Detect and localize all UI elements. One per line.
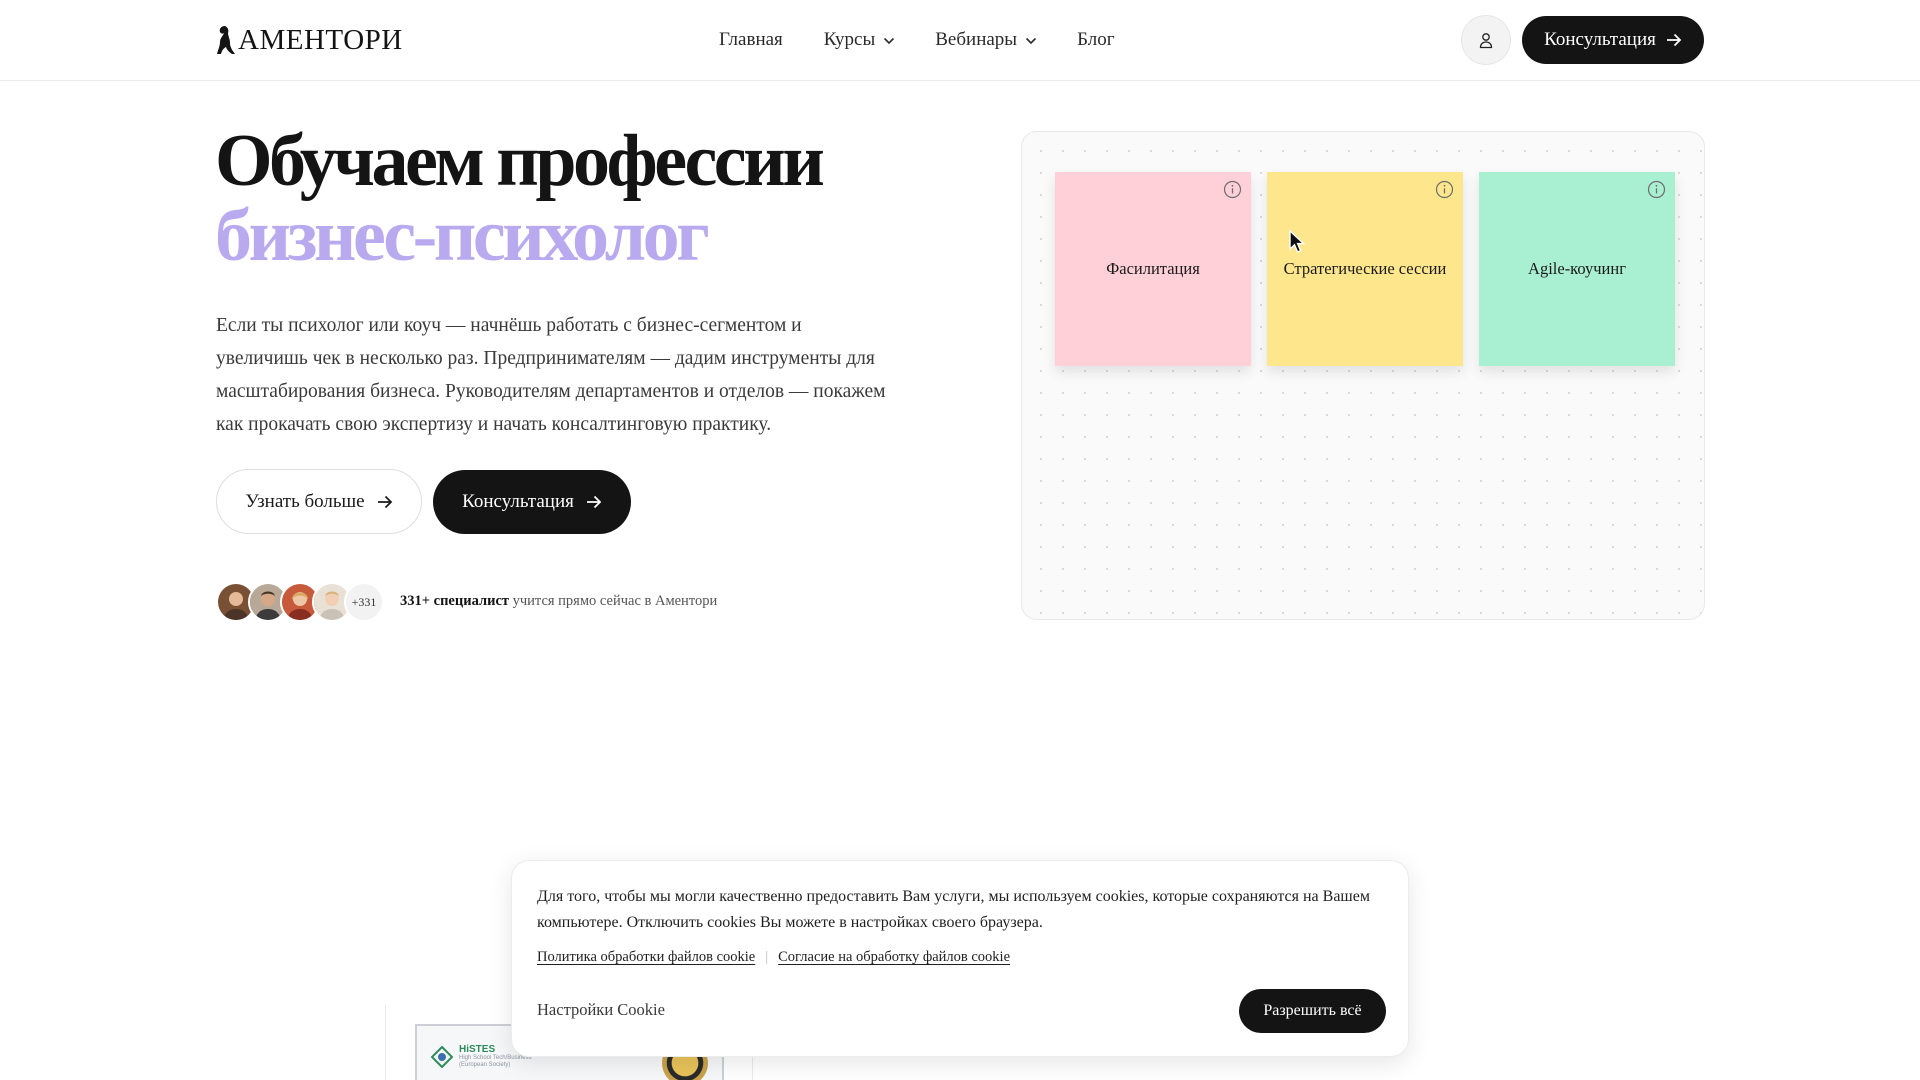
nav-item-label: Курсы: [823, 29, 876, 50]
social-proof-text: учится прямо сейчас в Аментори: [509, 593, 718, 609]
hero-consultation-button[interactable]: Консультация: [433, 470, 631, 534]
nav-item-label: Главная: [719, 29, 783, 50]
chevron-down-icon: [1025, 37, 1037, 45]
cookie-links: Политика обработки файлов cookie | Согла…: [537, 949, 1010, 966]
allow-all-button[interactable]: Разрешить всё: [1239, 989, 1386, 1033]
sticky-board: Фасилитация Стратегические сессии Agile-…: [1021, 131, 1705, 620]
avatar-count-badge: +331: [344, 582, 384, 622]
social-proof: 331+ специалист учится прямо сейчас в Ам…: [400, 591, 717, 611]
nav-item-home[interactable]: Главная: [719, 26, 783, 54]
site-header: АМЕНТОРИ Главная Курсы Вебинары Блог Кон…: [0, 0, 1920, 81]
certificate-emblem-icon: [431, 1045, 453, 1068]
hero-title: Обучаем профессии: [215, 120, 825, 202]
card-facilitation[interactable]: Фасилитация: [1055, 172, 1251, 366]
social-proof-count: 331+ специалист: [400, 593, 509, 609]
link-separator: |: [765, 949, 769, 965]
nav-item-webinars[interactable]: Вебинары: [935, 26, 1037, 54]
cookie-consent-link[interactable]: Согласие на обработку файлов cookie: [778, 949, 1010, 966]
hero-lead: Если ты психолог или коуч — начнёшь рабо…: [216, 315, 886, 435]
hero-title-accent: бизнес-психолог: [215, 195, 710, 277]
mouse-pointer-icon: [1289, 229, 1306, 253]
arrow-right-icon: [1666, 33, 1682, 47]
cookie-banner: Для того, чтобы мы могли качественно пре…: [511, 860, 1409, 1057]
consultation-button-label: Консультация: [1544, 29, 1656, 50]
hero-consultation-label: Консультация: [462, 491, 574, 512]
nav-item-label: Блог: [1077, 29, 1115, 50]
arrow-right-icon: [586, 495, 602, 509]
student-avatars: +331: [216, 582, 384, 622]
card-label: Фасилитация: [1106, 259, 1200, 278]
info-icon[interactable]: [1223, 180, 1242, 199]
info-icon[interactable]: [1435, 180, 1454, 199]
arrow-right-icon: [377, 495, 392, 508]
certificate-org-sub1: High School Tech/Business: [459, 1055, 532, 1061]
consultation-button[interactable]: Консультация: [1522, 16, 1704, 64]
card-strategic-sessions[interactable]: Стратегические сессии: [1267, 172, 1463, 366]
user-icon: [1479, 32, 1493, 48]
learn-more-button[interactable]: Узнать больше: [216, 469, 422, 534]
nav-item-label: Вебинары: [935, 29, 1018, 50]
info-icon[interactable]: [1647, 180, 1666, 199]
account-button[interactable]: [1461, 15, 1511, 65]
nav-item-blog[interactable]: Блог: [1077, 26, 1114, 54]
card-label: Стратегические сессии: [1283, 259, 1447, 278]
cookie-policy-link[interactable]: Политика обработки файлов cookie: [537, 949, 755, 966]
card-label: Agile-коучинг: [1528, 259, 1626, 278]
logo-text: АМЕНТОРИ: [238, 24, 403, 56]
certificate-org-sub2: (European Society): [459, 1062, 511, 1068]
logo[interactable]: АМЕНТОРИ: [216, 22, 403, 56]
main-nav: Главная Курсы Вебинары Блог: [719, 26, 1115, 54]
cookie-text: Для того, чтобы мы могли качественно пре…: [537, 888, 1370, 931]
logo-mark-icon: [217, 26, 235, 54]
chevron-down-icon: [884, 37, 895, 45]
card-agile-coaching[interactable]: Agile-коучинг: [1479, 172, 1675, 366]
nav-item-courses[interactable]: Курсы: [824, 26, 895, 54]
learn-more-label: Узнать больше: [245, 490, 365, 512]
cookie-settings-button[interactable]: Настройки Cookie: [537, 1000, 665, 1020]
